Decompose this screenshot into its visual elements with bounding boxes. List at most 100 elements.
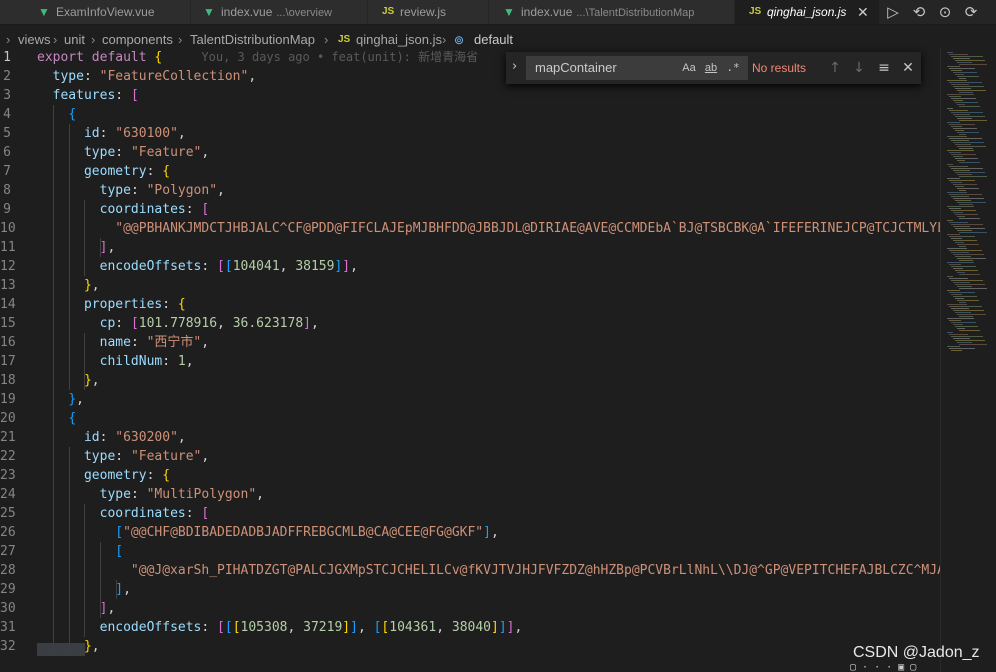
code-editor[interactable]: export default { You, 3 days ago • feat(… — [37, 48, 942, 672]
run-icon[interactable]: ▷ — [883, 2, 903, 22]
minimap-line — [947, 178, 960, 179]
minimap-line — [953, 324, 963, 325]
minimap-line — [951, 238, 962, 239]
tab-review[interactable]: JS review.js — [368, 0, 489, 24]
code-line: }, — [68, 392, 84, 407]
breadcrumb-item[interactable]: TalentDistributionMap — [190, 30, 315, 50]
minimap-line — [953, 338, 970, 339]
breadcrumb-item[interactable]: components — [102, 30, 173, 50]
code-line: properties: { — [83, 297, 186, 312]
compare-icon[interactable]: ⟳ — [961, 2, 981, 22]
line-number: 11 — [0, 240, 16, 255]
minimap-line — [951, 196, 969, 197]
find-input[interactable]: mapContainer Aa ab .* — [526, 56, 748, 80]
breadcrumb-item[interactable]: views — [18, 30, 51, 50]
minimap-line — [951, 98, 976, 99]
minimap-line — [951, 224, 983, 225]
minimap-line — [955, 200, 971, 201]
minimap-line — [955, 298, 964, 299]
code-line: ], — [115, 582, 131, 597]
code-line: "@@J@xarSh_PIHATDZGT@PALCJGXMpSTCJCHELIL… — [130, 563, 942, 578]
minimap-line — [949, 82, 982, 83]
tab-overview-index[interactable]: ▼ index.vue ...\overview — [191, 0, 368, 24]
find-in-selection-icon[interactable]: ≡ — [874, 58, 894, 78]
line-number: 31 — [0, 620, 16, 635]
js-file-icon: JS — [338, 34, 351, 45]
code-line: encodeOffsets: [[[105308, 37219]], [[104… — [99, 620, 523, 635]
close-icon[interactable]: ✕ — [898, 58, 918, 78]
code-line: type: "Feature", — [83, 145, 210, 160]
minimap-line — [957, 244, 979, 245]
minimap-line — [957, 342, 972, 343]
tab-qinghai-json[interactable]: JS qinghai_json.js ✕ — [735, 0, 880, 24]
chevron-right-icon[interactable]: › — [512, 59, 517, 74]
vue-file-icon: ▼ — [503, 5, 515, 19]
vue-file-icon: ▼ — [38, 5, 50, 19]
minimap-line — [957, 146, 986, 147]
minimap-line — [953, 212, 963, 213]
line-number: 8 — [3, 183, 11, 198]
minimap-line — [949, 124, 975, 125]
match-case-toggle[interactable]: Aa — [679, 58, 699, 78]
minimap-line — [949, 278, 968, 279]
line-number: 26 — [0, 525, 16, 540]
minimap-line — [957, 300, 979, 301]
minimap-line — [953, 170, 970, 171]
line-number: 15 — [0, 316, 16, 331]
minimap-line — [957, 216, 965, 217]
minimap-line — [955, 326, 978, 327]
regex-toggle[interactable]: .* — [723, 58, 743, 78]
minimap-line — [951, 140, 969, 141]
line-number: 6 — [3, 145, 11, 160]
minimap-line — [953, 72, 977, 73]
minimap-line — [949, 138, 982, 139]
arrow-down-icon[interactable]: ↓ — [849, 58, 869, 78]
minimap-line — [957, 90, 986, 91]
minimap-line — [955, 214, 978, 215]
go-back-icon[interactable]: ⟲ — [909, 2, 929, 22]
minimap-line — [947, 164, 953, 165]
minimap-line — [947, 150, 974, 151]
minimap-line — [953, 282, 970, 283]
minimap-line — [957, 76, 979, 77]
editor-tab-bar: ▼ ExamInfoView.vue ▼ index.vue ...\overvi… — [0, 0, 996, 25]
minimap-line — [957, 202, 986, 203]
code-line: { — [68, 411, 77, 426]
tab-examinfoview[interactable]: ▼ ExamInfoView.vue — [0, 0, 191, 24]
minimap-line — [951, 350, 962, 351]
minimap-line — [959, 162, 980, 163]
close-icon[interactable]: ✕ — [857, 0, 869, 24]
tab-talentmap-index[interactable]: ▼ index.vue ...\TalentDistributionMap — [489, 0, 735, 24]
line-number: 5 — [3, 126, 11, 141]
minimap-line — [959, 232, 987, 233]
minimap-line — [951, 168, 983, 169]
code-line: geometry: { — [83, 164, 171, 179]
line-number: 30 — [0, 601, 16, 616]
minimap-line — [949, 68, 975, 69]
go-forward-icon[interactable]: ⊙ — [935, 2, 955, 22]
minimap-line — [959, 190, 966, 191]
minimap-line — [955, 172, 985, 173]
status-bar-fragment: ▢ · · · ▣ ▢ — [850, 664, 917, 672]
breadcrumb-file[interactable]: qinghai_json.js — [356, 30, 442, 50]
minimap[interactable] — [940, 48, 996, 672]
minimap-line — [951, 322, 976, 323]
minimap-line — [951, 56, 983, 57]
breadcrumb-symbol[interactable]: default — [474, 30, 513, 50]
git-blame-annotation: You, 3 days ago • feat(unit): 新增青海省 — [201, 50, 479, 64]
breadcrumb: › views › unit › components › TalentDist… — [0, 30, 940, 50]
code-line: geometry: { — [83, 468, 171, 483]
minimap-line — [947, 318, 974, 319]
minimap-line — [957, 286, 972, 287]
minimap-line — [953, 58, 970, 59]
minimap-line — [957, 272, 965, 273]
minimap-line — [957, 328, 965, 329]
code-line: encodeOffsets: [[104041, 38159]], — [99, 259, 358, 274]
minimap-line — [953, 156, 963, 157]
breadcrumb-item[interactable]: unit — [64, 30, 85, 50]
minimap-line — [957, 118, 972, 119]
arrow-up-icon[interactable]: ↑ — [825, 58, 845, 78]
minimap-line — [951, 294, 962, 295]
line-number: 20 — [0, 411, 16, 426]
whole-word-toggle[interactable]: ab — [701, 58, 721, 78]
